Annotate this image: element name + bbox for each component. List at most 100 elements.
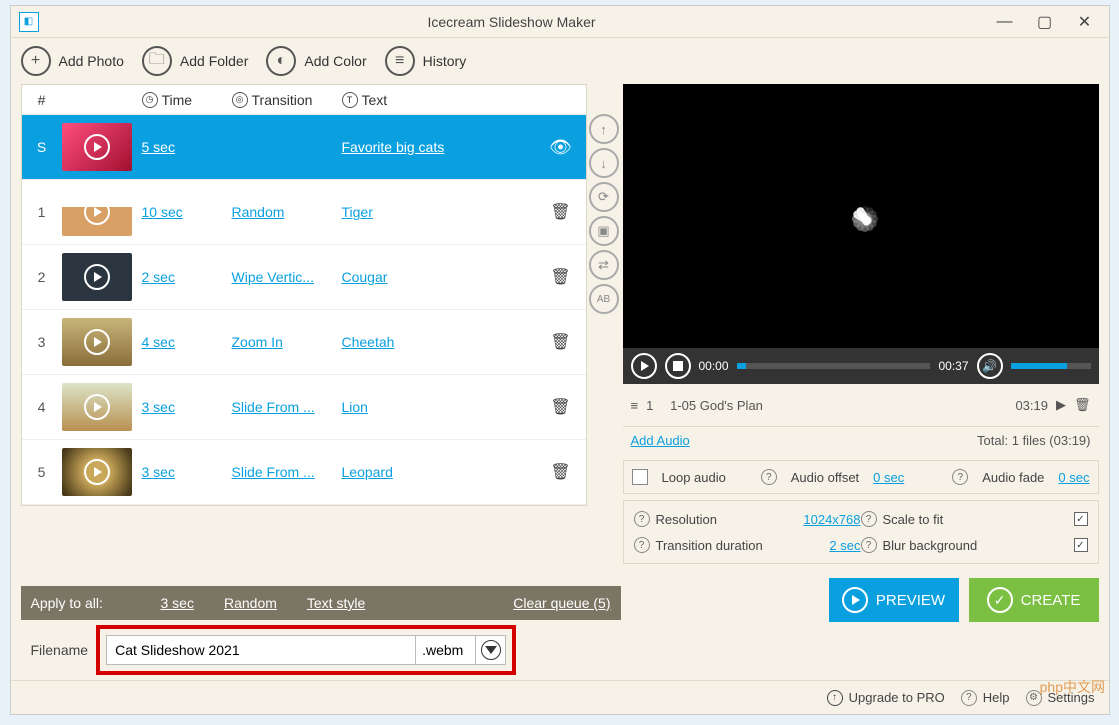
rotate-button[interactable]: ⟳	[589, 182, 619, 212]
upgrade-button[interactable]: ↑ Upgrade to PRO	[827, 690, 945, 706]
move-down-button[interactable]: ↓	[589, 148, 619, 178]
audio-play-icon[interactable]: ▶	[1056, 397, 1066, 413]
eye-icon[interactable]: 👁	[549, 137, 572, 157]
add-photo-button[interactable]: + Add Photo	[21, 46, 124, 76]
slide-time[interactable]: 2 sec	[142, 269, 175, 285]
reorder-buttons: ↑ ↓ ⟳ ▣ ⇄ AB	[587, 84, 621, 506]
row-index: 5	[22, 464, 62, 480]
transition-duration-value[interactable]: 2 sec	[829, 538, 860, 553]
slide-thumbnail[interactable]	[62, 253, 132, 301]
drag-handle-icon[interactable]: ≡	[631, 398, 639, 413]
format-dropdown[interactable]	[476, 635, 506, 665]
slide-transition[interactable]: Zoom In	[232, 334, 283, 350]
table-row[interactable]: 110 secRandomTiger🗑	[22, 180, 586, 245]
slide-transition[interactable]: Wipe Vertic...	[232, 269, 314, 285]
slide-thumbnail[interactable]	[62, 188, 132, 236]
app-icon: ◧	[19, 12, 39, 32]
slide-thumbnail[interactable]	[62, 448, 132, 496]
maximize-button[interactable]: ▢	[1025, 8, 1065, 36]
slide-text[interactable]: Cheetah	[342, 334, 395, 350]
slide-text[interactable]: Leopard	[342, 464, 393, 480]
audio-options: Loop audio ? Audio offset 0 sec ? Audio …	[623, 460, 1099, 494]
play-icon	[84, 394, 110, 420]
slide-time[interactable]: 3 sec	[142, 464, 175, 480]
audio-delete-icon[interactable]: 🗑	[1074, 397, 1091, 413]
help-button[interactable]: ?Help	[961, 690, 1010, 706]
crop-button[interactable]: ▣	[589, 216, 619, 246]
resolution-label: Resolution	[656, 512, 717, 527]
preview-button[interactable]: PREVIEW	[829, 578, 959, 622]
table-row[interactable]: S5 secFavorite big cats👁	[22, 115, 586, 180]
ab-button[interactable]: AB	[589, 284, 619, 314]
move-up-button[interactable]: ↑	[589, 114, 619, 144]
audio-track-row[interactable]: ≡ 1 1-05 God's Plan 03:19 ▶ 🗑	[623, 390, 1099, 420]
header-transition: Transition	[252, 92, 313, 108]
help-icon[interactable]: ?	[634, 511, 650, 527]
audio-fade-value[interactable]: 0 sec	[1058, 470, 1089, 485]
stop-button[interactable]	[665, 353, 691, 379]
delete-icon[interactable]: 🗑	[550, 464, 570, 481]
slide-text[interactable]: Lion	[342, 399, 368, 415]
table-row[interactable]: 5 3 sec Slide From ... Leopard 🗑	[22, 440, 586, 505]
apply-all-transition[interactable]: Random	[224, 595, 277, 611]
shuffle-button[interactable]: ⇄	[589, 250, 619, 280]
progress-bar[interactable]	[737, 363, 931, 369]
slide-transition[interactable]: Slide From ...	[232, 464, 315, 480]
create-button[interactable]: CREATE	[969, 578, 1099, 622]
table-row[interactable]: 22 secWipe Vertic...Cougar🗑	[22, 245, 586, 310]
slide-transition[interactable]: Random	[232, 204, 285, 220]
blur-checkbox[interactable]: ✓	[1074, 538, 1088, 552]
audio-fade-label: Audio fade	[982, 470, 1044, 485]
table-header: # ◷Time ◎Transition TText	[22, 85, 586, 115]
add-color-button[interactable]: ◐ Add Color	[266, 46, 366, 76]
text-icon: T	[342, 92, 358, 108]
gear-icon: ⚙	[1026, 690, 1042, 706]
filename-highlight: .webm	[96, 625, 516, 675]
slide-thumbnail[interactable]	[62, 383, 132, 431]
upgrade-label: Upgrade to PRO	[849, 690, 945, 705]
play-icon	[84, 264, 110, 290]
close-button[interactable]: ✕	[1065, 8, 1105, 36]
minimize-button[interactable]: —	[985, 8, 1025, 36]
slide-time[interactable]: 10 sec	[142, 204, 183, 220]
slide-time[interactable]: 5 sec	[142, 139, 175, 155]
apply-all-time[interactable]: 3 sec	[161, 595, 194, 611]
slide-time[interactable]: 3 sec	[142, 399, 175, 415]
play-button[interactable]	[631, 353, 657, 379]
help-icon[interactable]: ?	[761, 469, 777, 485]
apply-all-textstyle[interactable]: Text style	[307, 595, 365, 611]
add-folder-button[interactable]: 🗀 Add Folder	[142, 46, 248, 76]
resolution-value[interactable]: 1024x768	[803, 512, 860, 527]
delete-icon[interactable]: 🗑	[550, 334, 570, 351]
settings-button[interactable]: ⚙Settings	[1026, 690, 1095, 706]
clear-queue-button[interactable]: Clear queue (5)	[513, 595, 610, 611]
slide-text[interactable]: Cougar	[342, 269, 388, 285]
history-button[interactable]: ≡ History	[385, 46, 467, 76]
loop-audio-label: Loop audio	[662, 470, 726, 485]
delete-icon[interactable]: 🗑	[550, 399, 570, 416]
arrow-up-icon: ↑	[827, 690, 843, 706]
mute-button[interactable]: 🔊	[977, 353, 1003, 379]
slide-thumbnail[interactable]	[62, 318, 132, 366]
create-label: CREATE	[1021, 592, 1081, 609]
delete-icon[interactable]: 🗑	[550, 269, 570, 286]
filename-input[interactable]	[106, 635, 416, 665]
history-label: History	[423, 53, 467, 69]
help-icon[interactable]: ?	[952, 469, 968, 485]
slide-thumbnail[interactable]	[62, 123, 132, 171]
add-audio-button[interactable]: Add Audio	[631, 433, 690, 448]
table-row[interactable]: 34 secZoom InCheetah🗑	[22, 310, 586, 375]
volume-bar[interactable]	[1011, 363, 1091, 369]
slide-time[interactable]: 4 sec	[142, 334, 175, 350]
slide-transition[interactable]: Slide From ...	[232, 399, 315, 415]
slide-text[interactable]: Tiger	[342, 204, 373, 220]
help-icon[interactable]: ?	[861, 511, 877, 527]
audio-offset-value[interactable]: 0 sec	[873, 470, 904, 485]
loop-audio-checkbox[interactable]	[632, 469, 648, 485]
delete-icon[interactable]: 🗑	[550, 204, 570, 221]
scale-checkbox[interactable]: ✓	[1074, 512, 1088, 526]
help-icon[interactable]: ?	[861, 537, 877, 553]
slide-text[interactable]: Favorite big cats	[342, 139, 445, 155]
help-icon[interactable]: ?	[634, 537, 650, 553]
table-row[interactable]: 43 secSlide From ...Lion🗑	[22, 375, 586, 440]
